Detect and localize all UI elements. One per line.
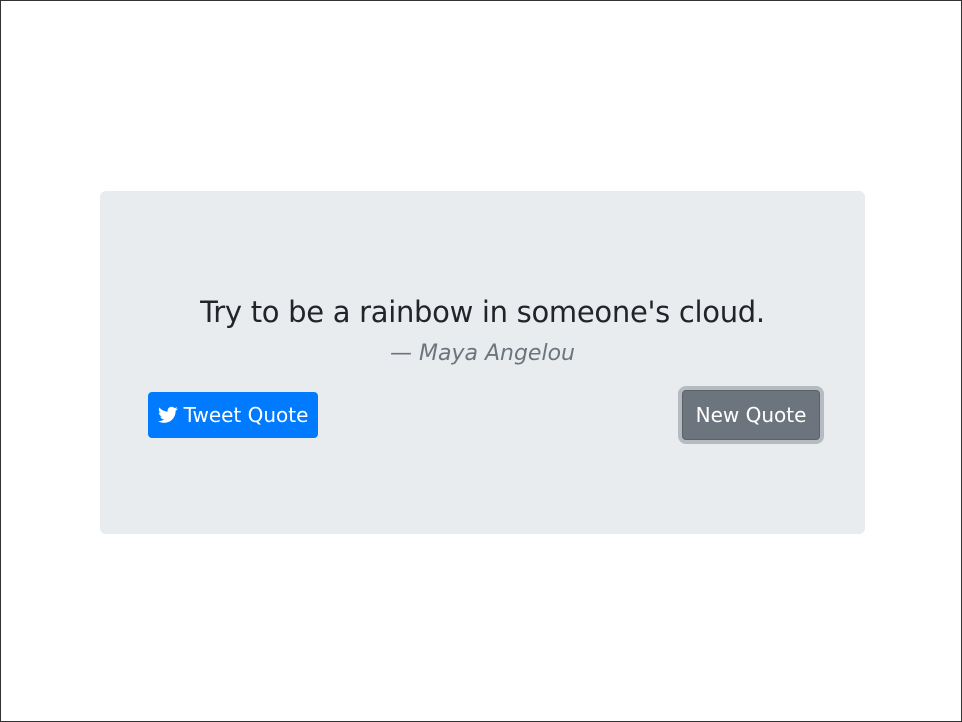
new-quote-button[interactable]: New Quote (682, 390, 820, 440)
twitter-icon (157, 406, 178, 423)
tweet-quote-label: Tweet Quote (183, 403, 309, 427)
new-quote-label: New Quote (695, 403, 807, 427)
quote-text: Try to be a rainbow in someone's cloud. (200, 295, 765, 329)
quote-author: — Maya Angelou (390, 341, 575, 366)
tweet-quote-button[interactable]: Tweet Quote (148, 392, 318, 438)
page: { "quote": { "text": "Try to be a rainbo… (0, 0, 962, 722)
quote-card: Try to be a rainbow in someone's cloud. … (100, 191, 865, 534)
